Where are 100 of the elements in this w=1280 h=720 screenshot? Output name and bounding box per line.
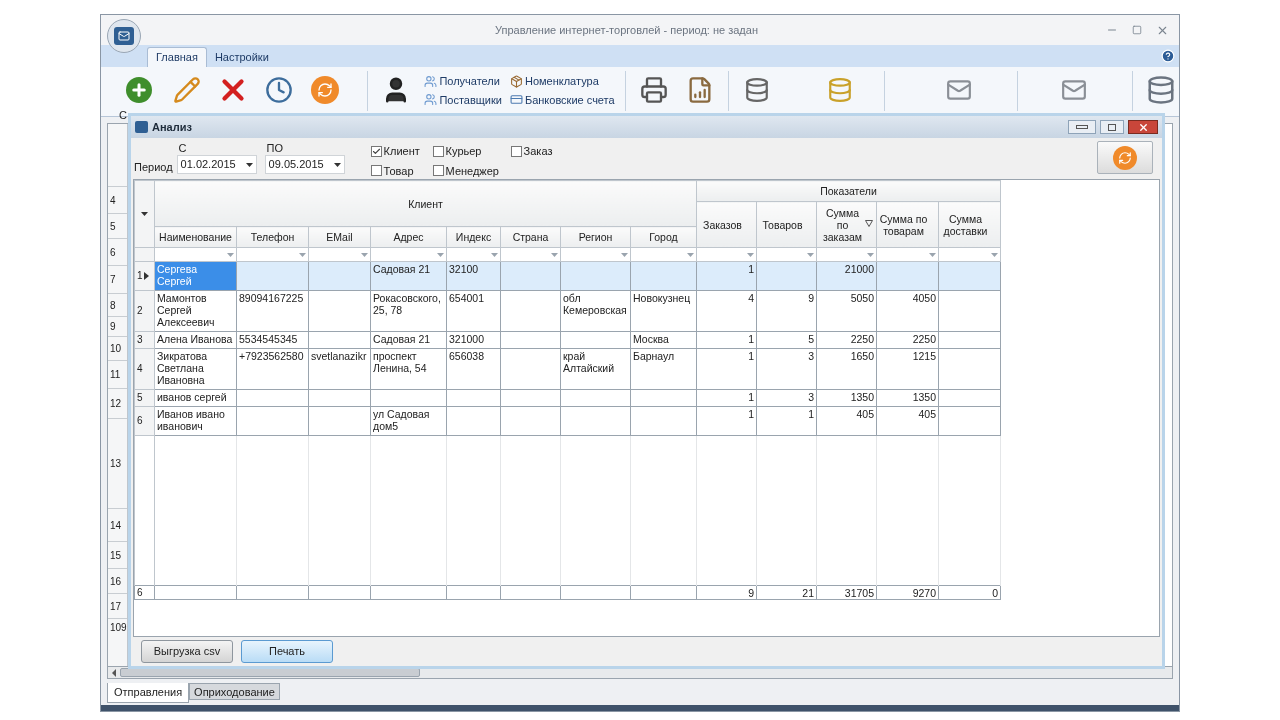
table-cell: 5 xyxy=(808,333,814,345)
refresh-button[interactable] xyxy=(1097,141,1153,174)
table-cell: Садовая 21 xyxy=(373,333,431,345)
sheet-tab[interactable]: Отправления xyxy=(107,683,190,703)
table-cell: svetlanazikr xyxy=(311,350,367,362)
table-cell: 5534545345 xyxy=(239,333,298,345)
column-header[interactable]: Сумма доставки xyxy=(938,201,1001,248)
window-title: Управление интернет-торговлей - период: не задан xyxy=(494,22,759,38)
table-cell: 89094167225 xyxy=(239,292,304,304)
total-cell: 9 xyxy=(748,586,754,599)
row-number: 2 xyxy=(137,305,143,317)
row-number: 13 xyxy=(110,457,122,471)
checkbox-label: Менеджер xyxy=(445,163,499,179)
dropdown-arrow-icon[interactable] xyxy=(141,212,148,216)
table-cell: Новокузнец xyxy=(633,292,691,304)
from-label: С xyxy=(177,141,188,155)
row-number: 1 xyxy=(137,270,143,282)
checkbox[interactable] xyxy=(432,145,444,157)
row-number: 5 xyxy=(137,392,143,404)
dialog-button[interactable]: Печать xyxy=(241,640,333,663)
people-icon xyxy=(424,74,438,88)
dropdown-arrow-icon[interactable] xyxy=(333,162,341,167)
checkbox[interactable] xyxy=(432,165,444,177)
ribbon-tab[interactable]: Настройки xyxy=(206,47,277,67)
table-row[interactable]: 2 Мамонтов Сергей Алексеевич 89094167225 Рокасовского, 25, 78 654001 обл Кемеровская Новокузнец 4 9 5050 4050 xyxy=(134,290,1001,332)
table-cell: 1 xyxy=(748,391,754,403)
box-icon xyxy=(509,74,523,88)
table-cell: 1350 xyxy=(912,391,936,403)
total-cell: 9270 xyxy=(912,586,936,599)
card-icon xyxy=(509,93,523,107)
dialog-button[interactable]: Выгрузка csv xyxy=(141,640,233,663)
maximize-icon[interactable] xyxy=(1132,25,1142,35)
from-date-field[interactable]: 01.02.2015 xyxy=(176,155,257,174)
row-number: 4 xyxy=(110,193,116,208)
column-header[interactable]: Сумма по товарам xyxy=(876,201,939,248)
close-icon xyxy=(1137,121,1149,133)
ribbon-link[interactable]: Номенклатура xyxy=(509,73,615,90)
column-group-header: Клиент xyxy=(154,180,697,227)
ribbon-link[interactable]: Банковские счета xyxy=(509,91,615,108)
ribbon-tab[interactable]: Главная xyxy=(147,47,207,67)
ribbon-link[interactable]: Получатели xyxy=(424,73,502,90)
current-row-icon xyxy=(143,272,149,280)
people-icon xyxy=(424,93,438,107)
table-cell: Рокасовского, 25, 78 xyxy=(373,292,441,316)
table-cell: 21000 xyxy=(844,263,874,275)
table-cell: 1 xyxy=(748,333,754,345)
refresh-icon xyxy=(1113,145,1137,170)
table-cell: Барнаул xyxy=(633,350,675,362)
table-row[interactable]: 4 Зикратова Светлана Ивановна +7923562580 svetlanazikr проспект Ленина, 54 656038 край Алтайский Барнаул 1 3 1650 1215 xyxy=(134,348,1001,390)
table-cell: 2250 xyxy=(850,333,874,345)
table-cell: 5050 xyxy=(850,292,874,304)
table-cell: +7923562580 xyxy=(239,350,304,362)
column-header[interactable]: Товаров xyxy=(756,201,817,248)
table-cell: 4 xyxy=(748,292,754,304)
row-number: 6 xyxy=(110,245,116,260)
table-cell: 405 xyxy=(856,408,874,420)
column-group-header: Показатели xyxy=(696,180,1001,202)
scroll-left-icon[interactable] xyxy=(112,668,116,677)
table-row[interactable]: 1 Сергева Сергей Садовая 21 32100 1 21000 xyxy=(134,261,1001,291)
table-cell: 1350 xyxy=(850,391,874,403)
dropdown-arrow-icon[interactable] xyxy=(245,162,253,167)
table-cell: 1 xyxy=(808,408,814,420)
close-button[interactable] xyxy=(1128,120,1158,134)
total-cell: 0 xyxy=(992,586,998,599)
checkbox-label: Заказ xyxy=(523,144,553,159)
table-cell: 656038 xyxy=(449,350,485,362)
minimize-button[interactable] xyxy=(1068,120,1096,134)
table-row[interactable]: 6 Иванов ивано иванович ул Садовая дом5 1 1 405 405 xyxy=(134,406,1001,436)
checkbox-label: Товар xyxy=(383,163,414,179)
sheet-tab[interactable]: Оприходование xyxy=(189,683,280,700)
dialog-title: Анализ xyxy=(152,119,192,135)
to-label: ПО xyxy=(265,141,285,155)
checkbox-label: Курьер xyxy=(445,144,482,159)
checkbox[interactable] xyxy=(370,145,382,157)
row-number: 4 xyxy=(137,363,143,375)
app-logo-icon[interactable] xyxy=(107,19,141,53)
column-header[interactable]: Сумма по заказам xyxy=(816,201,877,248)
column-header[interactable]: Заказов xyxy=(696,201,757,248)
maximize-button[interactable] xyxy=(1100,120,1124,134)
table-cell: иванов сергей xyxy=(157,391,227,403)
help-icon[interactable] xyxy=(1161,49,1175,63)
table-cell: Зикратова Светлана Ивановна xyxy=(157,350,208,386)
table-cell: 3 xyxy=(808,350,814,362)
row-number: 6 xyxy=(137,587,143,598)
row-number: 6 xyxy=(137,415,143,427)
to-date-field[interactable]: 09.05.2015 xyxy=(264,155,345,174)
row-number: 109 xyxy=(110,621,127,635)
row-number: 17 xyxy=(110,599,122,614)
table-cell: край Алтайский xyxy=(563,350,615,374)
table-cell: 1650 xyxy=(850,350,874,362)
table-cell: 1 xyxy=(748,408,754,420)
ribbon-link[interactable]: Поставщики xyxy=(424,91,502,108)
checkbox[interactable] xyxy=(370,165,382,177)
checkbox[interactable] xyxy=(510,145,522,157)
table-cell: 9 xyxy=(808,292,814,304)
table-cell: Садовая 21 xyxy=(373,263,431,275)
total-cell: 31705 xyxy=(844,586,874,599)
table-cell: 1 xyxy=(748,350,754,362)
table-cell: 1 xyxy=(748,263,754,275)
table-cell: ул Садовая дом5 xyxy=(373,408,430,432)
